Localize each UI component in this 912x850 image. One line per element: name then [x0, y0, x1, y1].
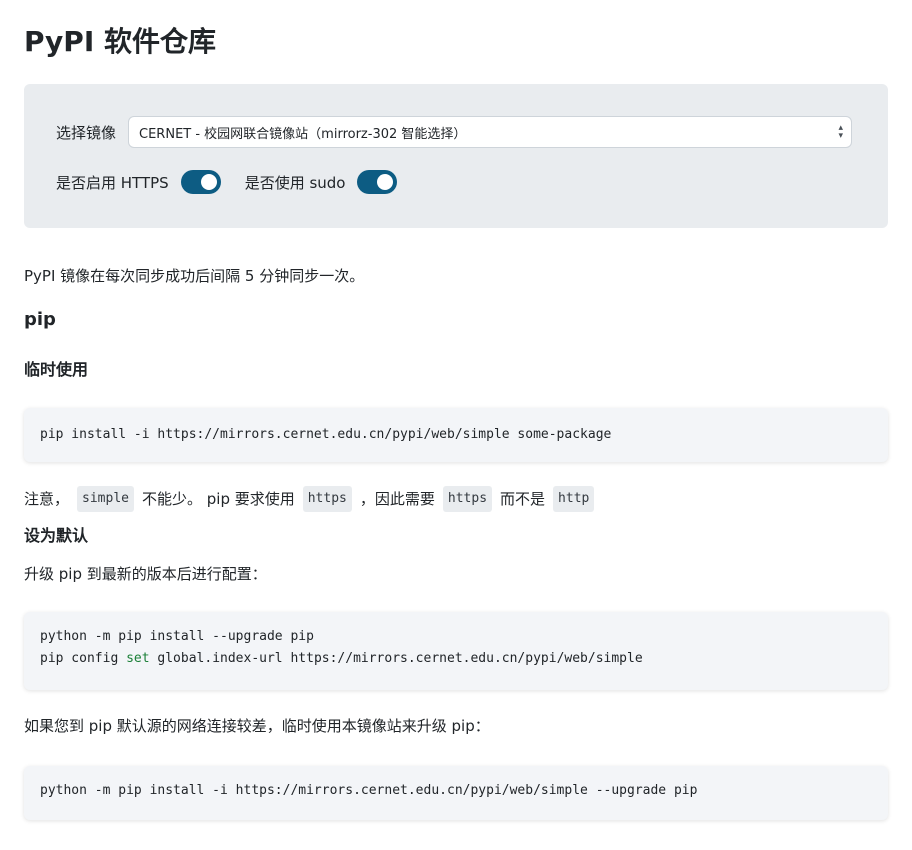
config-panel: 选择镜像 CERNET - 校园网联合镜像站（mirrorz-302 智能选择）…: [24, 84, 888, 228]
code-text: global.index-url https://mirrors.cernet.…: [149, 651, 643, 666]
code-text: pip config: [40, 651, 127, 666]
code-line: python -m pip install --upgrade pip: [40, 629, 314, 644]
code-line: pip config set global.index-url https://…: [40, 648, 872, 670]
code-keyword: set: [126, 651, 150, 666]
note-text: 不能少。 pip 要求使用: [141, 490, 295, 508]
https-toggle[interactable]: [180, 170, 221, 194]
inline-code-http: http: [553, 486, 595, 512]
select-chevron-icon: ▴ ▾: [838, 123, 844, 141]
slow-network-text: 如果您到 pip 默认源的网络连接较差，临时使用本镜像站来升级 pip：: [24, 717, 490, 735]
temp-usage-heading: 临时使用: [24, 360, 89, 379]
page-title: PyPI 软件仓库: [24, 25, 216, 58]
temp-code-block[interactable]: pip install -i https://mirrors.cernet.ed…: [24, 408, 888, 462]
https-label: 是否启用 HTTPS: [56, 173, 169, 192]
note-text: 而不是: [500, 490, 546, 508]
sync-intro-text: PyPI 镜像在每次同步成功后间隔 5 分钟同步一次。: [24, 267, 365, 285]
inline-code-simple: simple: [77, 486, 134, 512]
note-paragraph: 注意， simple 不能少。 pip 要求使用 https ，因此需要 htt…: [24, 486, 888, 512]
code-line: python -m pip install -i https://mirrors…: [40, 783, 698, 798]
toggle-knob: [377, 174, 394, 190]
toggle-knob: [200, 174, 217, 190]
mirror-select[interactable]: CERNET - 校园网联合镜像站（mirrorz-302 智能选择） ▴ ▾: [128, 116, 853, 148]
mirror-label: 选择镜像: [56, 123, 117, 142]
mirror-row: 选择镜像 CERNET - 校园网联合镜像站（mirrorz-302 智能选择）…: [56, 116, 856, 148]
upgrade-text: 升级 pip 到最新的版本后进行配置：: [24, 565, 267, 583]
sudo-toggle[interactable]: [357, 170, 398, 194]
inline-code-https: https: [442, 486, 493, 512]
pip-heading: pip: [24, 309, 56, 330]
note-text: ，因此需要: [359, 490, 435, 508]
default-code-block[interactable]: python -m pip install --upgrade pip pip …: [24, 612, 888, 690]
page-content: PyPI 软件仓库 选择镜像 CERNET - 校园网联合镜像站（mirrorz…: [0, 0, 912, 820]
mirror-select-value: CERNET - 校园网联合镜像站（mirrorz-302 智能选择）: [139, 126, 467, 142]
sudo-label: 是否使用 sudo: [244, 173, 346, 192]
toggle-row: 是否启用 HTTPS 是否使用 sudo: [56, 168, 856, 196]
set-default-heading: 设为默认: [24, 526, 89, 545]
code-line: pip install -i https://mirrors.cernet.ed…: [40, 427, 612, 442]
note-text: 注意，: [24, 490, 70, 508]
upgrade-code-block[interactable]: python -m pip install -i https://mirrors…: [24, 766, 888, 820]
inline-code-https: https: [302, 486, 352, 512]
